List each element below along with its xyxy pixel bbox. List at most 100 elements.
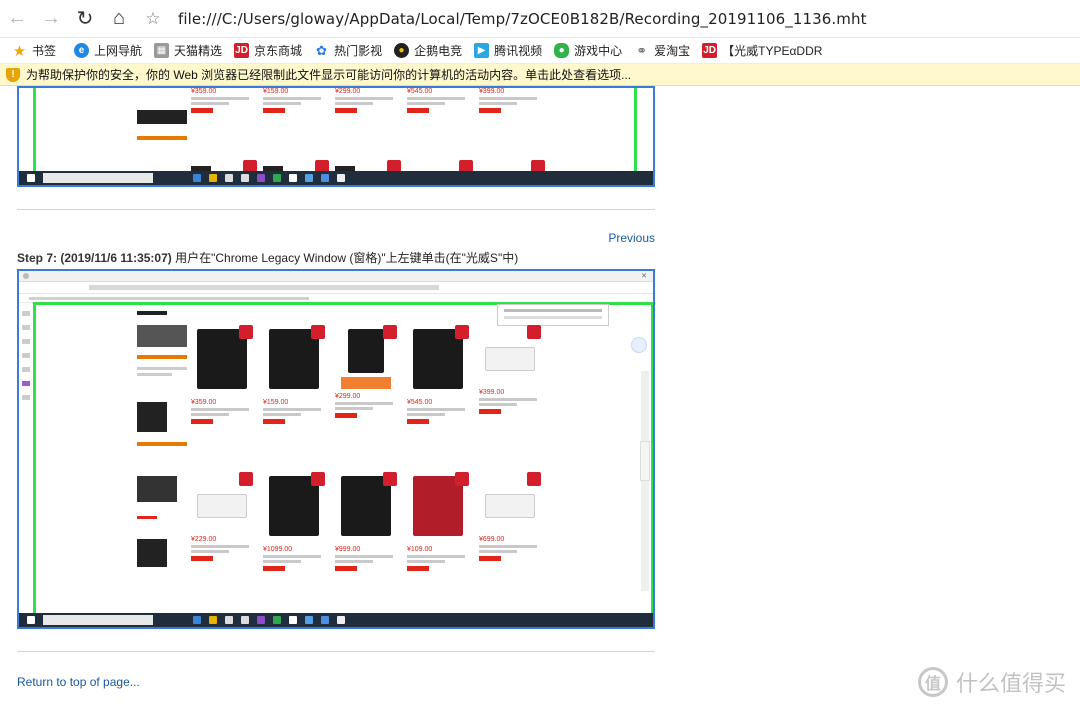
product-card[interactable]: ¥999.00 <box>335 472 397 571</box>
text-line <box>335 97 393 100</box>
edge-icon <box>193 616 201 624</box>
text-line <box>335 402 393 405</box>
text-line <box>191 413 229 416</box>
return-to-top-link[interactable]: Return to top of page... <box>17 675 140 689</box>
favorite-tencent-video[interactable]: ▶ 腾讯视频 <box>474 42 542 59</box>
text-line <box>335 560 373 563</box>
text-line <box>407 560 445 563</box>
sale-badge <box>383 472 397 486</box>
sidebar-icon <box>22 353 30 358</box>
text-line <box>407 408 465 411</box>
text-line <box>479 550 517 553</box>
favorite-gloway[interactable]: JD 【光威TYPEαDDR <box>702 42 822 59</box>
promo-tag <box>479 108 501 113</box>
product-card[interactable]: ¥159.00 <box>263 325 325 424</box>
shield-icon: ! <box>6 67 20 82</box>
promo-banner <box>341 377 391 389</box>
app-icon <box>305 616 313 624</box>
promo-tag <box>335 413 357 418</box>
url-field[interactable]: file:///C:/Users/gloway/AppData/Local/Te… <box>178 10 867 28</box>
text-line <box>263 97 321 100</box>
tab-icon <box>23 273 29 279</box>
product-card[interactable]: ¥1099.00 <box>263 472 325 571</box>
mail-icon <box>241 174 249 182</box>
text-line <box>479 403 517 406</box>
promo-tag <box>191 419 213 424</box>
favorite-game-center[interactable]: ● 游戏中心 <box>554 42 622 59</box>
promo-image <box>137 539 167 567</box>
sidebar-icon <box>22 325 30 330</box>
text-line <box>137 367 187 370</box>
star-icon: ★ <box>12 42 27 60</box>
promo-tag <box>407 108 429 113</box>
favorite-tmall[interactable]: ▦ 天猫精选 <box>154 42 222 59</box>
forward-arrow-icon[interactable]: → <box>34 2 68 36</box>
favorite-bookmarks[interactable]: ★ 书签 <box>12 42 57 60</box>
favorite-label: 爱淘宝 <box>654 44 691 58</box>
folder-icon <box>209 174 217 182</box>
text-line <box>479 102 517 105</box>
favorite-label: 腾讯视频 <box>494 44 543 58</box>
favorite-esports[interactable]: ● 企鹅电竞 <box>394 42 462 59</box>
ie-icon: e <box>74 43 90 58</box>
windows-taskbar <box>19 613 653 627</box>
sale-badge <box>239 325 253 339</box>
product-card[interactable]: ¥359.00 <box>191 325 253 424</box>
sidebar-icon <box>22 367 30 372</box>
favorite-label: 京东商城 <box>254 44 303 58</box>
refresh-icon[interactable]: ↻ <box>68 2 102 36</box>
favorite-label: 天猫精选 <box>174 44 223 58</box>
product-card[interactable]: ¥399.00 <box>479 325 541 414</box>
product-price: ¥545.00 <box>407 399 433 406</box>
play-icon: ▶ <box>474 43 490 58</box>
tmall-icon: ▦ <box>154 43 170 58</box>
app-icon <box>305 174 313 182</box>
windows-icon <box>27 174 35 182</box>
product-price: ¥545.00 <box>407 88 433 95</box>
product-price: ¥229.00 <box>191 536 217 543</box>
app-icon <box>289 616 297 624</box>
text-line <box>407 555 465 558</box>
previous-link[interactable]: Previous <box>608 231 655 245</box>
step-7-screenshot: ✕ ¥359.00 ¥159.00 ¥299.00 ¥545.00 ¥399.0… <box>17 269 655 629</box>
product-card[interactable]: ¥299.00 <box>335 325 397 418</box>
product-card: ¥545.00 <box>407 88 469 113</box>
sidebar-icon <box>22 311 30 316</box>
product-card[interactable]: ¥109.00 <box>407 472 469 571</box>
penguin-icon: ● <box>394 43 410 58</box>
home-icon[interactable]: ⌂ <box>102 2 136 36</box>
text-line <box>479 398 537 401</box>
sale-badge <box>527 325 541 339</box>
assistant-icon <box>631 337 647 353</box>
product-price: ¥109.00 <box>407 546 433 553</box>
favorite-jd[interactable]: JD 京东商城 <box>234 42 302 59</box>
watermark: 值 什么值得买 <box>917 666 1066 698</box>
product-price: ¥359.00 <box>191 88 217 95</box>
sale-badge <box>455 472 469 486</box>
product-card: ¥399.00 <box>479 88 541 113</box>
divider <box>17 209 655 210</box>
promo-tag <box>335 566 357 571</box>
product-card[interactable]: ¥229.00 <box>191 472 253 561</box>
app-icon <box>321 174 329 182</box>
star-icon[interactable]: ☆ <box>136 2 170 36</box>
product-card[interactable]: ¥699.00 <box>479 472 541 561</box>
favorite-video[interactable]: ✿ 热门影视 <box>314 42 382 59</box>
step-7-label: Step 7: (2019/11/6 11:35:07) <box>17 251 172 265</box>
favorite-label: 书签 <box>32 44 57 58</box>
taskbar-search <box>43 173 153 183</box>
mail-icon <box>241 616 249 624</box>
favorite-taobao[interactable]: ⚭ 爱淘宝 <box>634 42 690 59</box>
folder-icon <box>209 616 217 624</box>
favorite-nav[interactable]: e 上网导航 <box>74 42 142 59</box>
sale-badge <box>239 472 253 486</box>
product-card[interactable]: ¥545.00 <box>407 325 469 424</box>
security-infobar[interactable]: ! 为帮助保护你的安全，你的 Web 浏览器已经限制此文件显示可能访问你的计算机… <box>0 64 1080 86</box>
promo-tag <box>407 419 429 424</box>
store-icon <box>225 616 233 624</box>
text-line <box>191 102 229 105</box>
back-arrow-icon[interactable]: ← <box>0 2 34 36</box>
left-promo-column <box>137 311 187 611</box>
sale-badge <box>455 325 469 339</box>
mini-address-bar <box>19 282 653 294</box>
